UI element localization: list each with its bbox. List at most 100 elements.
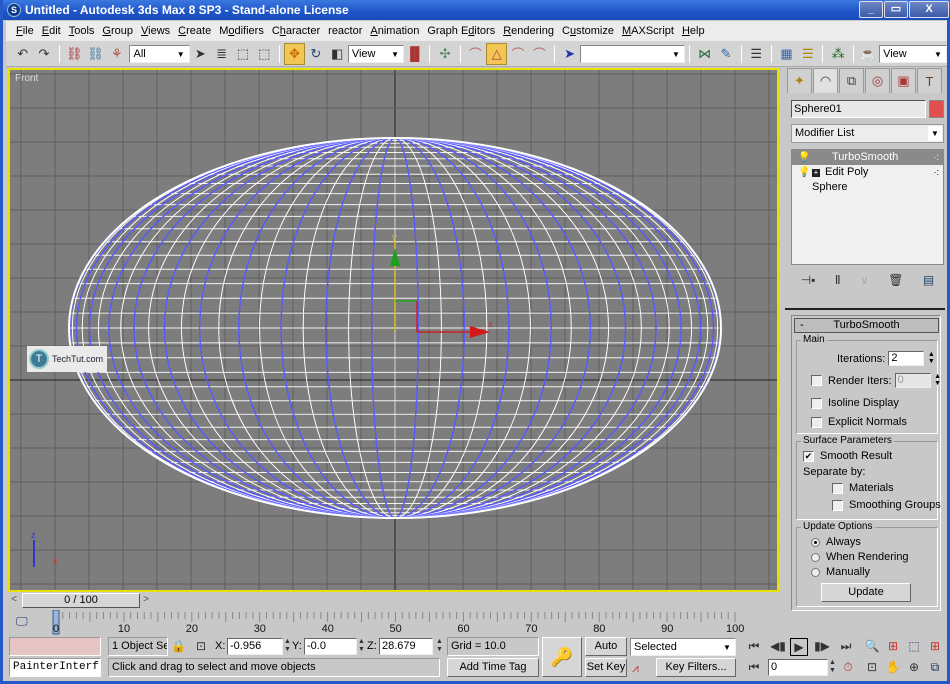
y-spinner[interactable]: ▲ ▼ bbox=[358, 638, 365, 654]
select-object-icon[interactable]: ➤ bbox=[190, 43, 211, 65]
default-in-out-tangents-icon[interactable]: ⩘ bbox=[632, 660, 639, 676]
select-and-manipulate-icon[interactable]: ✣ bbox=[434, 43, 455, 65]
iterations-spinner[interactable]: ▲ ▼ bbox=[926, 351, 936, 366]
hierarchy-tab-icon[interactable]: ⧉ bbox=[839, 68, 864, 93]
close-button[interactable]: X bbox=[909, 1, 949, 18]
menu-views[interactable]: Views bbox=[137, 22, 174, 40]
unlink-selection-icon[interactable]: ⛓ bbox=[85, 43, 106, 65]
viewport-canvas[interactable]: x y z x bbox=[10, 70, 777, 590]
track-bar-ruler[interactable]: 0 10 20 30 40 50 60 70 80 90 100 bbox=[8, 610, 779, 635]
modifier-list-dropdown[interactable]: Modifier List ▼ bbox=[791, 124, 944, 143]
chevron-right-icon[interactable]: > bbox=[140, 593, 152, 608]
rollout-title-bar[interactable]: - TurboSmooth bbox=[794, 318, 939, 333]
menu-maxscript[interactable]: MAXScript bbox=[618, 22, 678, 40]
chevron-left-icon[interactable]: < bbox=[8, 593, 20, 608]
y-coordinate-input[interactable]: -0.0 bbox=[304, 638, 357, 655]
stack-item-edit-poly[interactable]: 💡 + Edit Poly ·: bbox=[792, 165, 943, 180]
select-and-scale-icon[interactable]: ◧ bbox=[327, 43, 348, 65]
render-iters-spinner[interactable]: ▲ ▼ bbox=[933, 373, 943, 388]
x-coordinate-input[interactable]: -0.956 bbox=[227, 638, 283, 655]
materials-checkbox[interactable] bbox=[832, 482, 843, 494]
menu-modifiers[interactable]: Modifiers bbox=[215, 22, 268, 40]
object-color-swatch[interactable] bbox=[929, 100, 944, 118]
menu-edit[interactable]: Edit bbox=[38, 22, 65, 40]
align-icon[interactable]: ✎ bbox=[715, 43, 736, 65]
window-crossing-icon[interactable]: ⬚ bbox=[254, 43, 275, 65]
show-end-result-icon[interactable]: Ⅱ bbox=[835, 273, 841, 287]
render-scene-icon[interactable]: ☕ bbox=[858, 43, 879, 65]
zoom-icon[interactable]: 🔍 bbox=[863, 638, 881, 654]
percent-snap-icon[interactable]: ⌒ bbox=[507, 43, 528, 65]
utilities-tab-icon[interactable]: T bbox=[917, 68, 942, 93]
smooth-result-checkbox[interactable]: ✔ bbox=[803, 450, 814, 462]
go-to-start-icon[interactable]: ⏮ bbox=[744, 638, 764, 654]
zoom-extents-all-icon[interactable]: ⊞ bbox=[926, 638, 944, 654]
render-type-dropdown[interactable]: View ▼ bbox=[879, 44, 947, 63]
render-iters-checkbox[interactable] bbox=[811, 375, 822, 386]
set-key-button[interactable]: Set Key bbox=[585, 658, 627, 677]
rectangular-selection-icon[interactable]: ⬚ bbox=[232, 43, 253, 65]
frame-spinner[interactable]: ▲ ▼ bbox=[829, 659, 836, 675]
modifier-toggle-bulb-icon[interactable]: 💡 bbox=[798, 150, 810, 165]
menu-customize[interactable]: Customize bbox=[558, 22, 618, 40]
always-radio[interactable] bbox=[811, 537, 820, 547]
add-time-tag-button[interactable]: Add Time Tag bbox=[447, 658, 539, 677]
key-mode-dropdown[interactable]: Selected ▼ bbox=[630, 638, 736, 656]
time-configuration-icon[interactable]: ⏱ bbox=[840, 659, 856, 675]
zoom-extents-icon[interactable]: ⬚ bbox=[905, 638, 923, 654]
arc-rotate-icon[interactable]: ⊕ bbox=[905, 659, 923, 675]
menu-reactor[interactable]: reactor bbox=[324, 22, 366, 40]
select-by-name-icon[interactable]: ≣ bbox=[211, 43, 232, 65]
auto-key-button[interactable]: Auto Key bbox=[585, 637, 627, 669]
isoline-display-checkbox[interactable] bbox=[811, 397, 822, 409]
menu-character[interactable]: Character bbox=[268, 22, 324, 40]
track-bar[interactable]: 🖵 0 10 20 30 40 50 60 70 80 90 100 bbox=[8, 610, 779, 635]
motion-tab-icon[interactable]: ◎ bbox=[865, 68, 890, 93]
redo-icon[interactable]: ↷ bbox=[33, 43, 54, 65]
modify-tab-icon[interactable]: ◠ bbox=[813, 68, 838, 93]
time-slider-thumb[interactable]: 0 / 100 bbox=[22, 593, 140, 608]
manually-radio[interactable] bbox=[811, 567, 820, 577]
modifier-toggle-bulb-icon[interactable]: 💡 bbox=[798, 165, 810, 180]
current-frame-input[interactable]: 0 bbox=[768, 659, 828, 676]
reference-coordinate-dropdown[interactable]: View ▼ bbox=[347, 44, 405, 63]
maxscript-listener-field[interactable]: PainterInterf bbox=[9, 658, 101, 677]
snaps-toggle-icon[interactable]: ⌒ bbox=[465, 43, 486, 65]
render-iters-input[interactable]: 0 bbox=[894, 373, 931, 388]
update-button[interactable]: Update bbox=[821, 583, 911, 602]
curve-editor-icon[interactable]: ▦ bbox=[776, 43, 797, 65]
menu-create[interactable]: Create bbox=[174, 22, 215, 40]
object-name-field[interactable]: Sphere01 bbox=[791, 100, 926, 118]
schematic-view-icon[interactable]: ☰ bbox=[797, 43, 818, 65]
pivot-center-icon[interactable]: ▐▌ bbox=[404, 43, 425, 65]
stack-item-turbosmooth[interactable]: 💡 TurboSmooth ·: bbox=[792, 150, 943, 165]
set-keys-button[interactable]: 🔑 bbox=[542, 637, 582, 677]
menu-group[interactable]: Group bbox=[98, 22, 137, 40]
make-unique-icon[interactable]: ∨ bbox=[860, 273, 869, 287]
select-and-rotate-icon[interactable]: ↻ bbox=[305, 43, 326, 65]
maximize-viewport-icon[interactable]: ⧉ bbox=[926, 659, 944, 675]
layer-manager-icon[interactable]: ☰ bbox=[746, 43, 767, 65]
mirror-icon[interactable]: ⋈ bbox=[694, 43, 715, 65]
material-editor-icon[interactable]: ⁂ bbox=[827, 43, 848, 65]
remove-modifier-icon[interactable]: 🗑 bbox=[888, 273, 903, 287]
select-and-link-icon[interactable]: ⛓ bbox=[64, 43, 85, 65]
previous-frame-icon[interactable]: ◀▮ bbox=[768, 638, 788, 654]
viewport-label[interactable]: Front bbox=[15, 73, 38, 84]
menu-graph-editors[interactable]: Graph Editors bbox=[423, 22, 499, 40]
menu-animation[interactable]: Animation bbox=[366, 22, 423, 40]
menu-rendering[interactable]: Rendering bbox=[499, 22, 558, 40]
menu-tools[interactable]: Tools bbox=[65, 22, 99, 40]
selection-filter-dropdown[interactable]: All ▼ bbox=[129, 44, 190, 63]
time-slider[interactable]: < 0 / 100 > bbox=[8, 593, 779, 608]
key-mode-toggle-icon[interactable]: ⏮ bbox=[744, 659, 764, 675]
configure-modifier-sets-icon[interactable]: ▤ bbox=[923, 273, 934, 287]
key-filters-button[interactable]: Key Filters... bbox=[656, 658, 736, 677]
viewport-front[interactable]: x y z x Front T TechTut.com bbox=[8, 68, 779, 592]
lock-selection-icon[interactable]: 🔒 bbox=[171, 638, 186, 654]
x-spinner[interactable]: ▲ ▼ bbox=[284, 638, 291, 654]
menu-help[interactable]: Help bbox=[678, 22, 709, 40]
play-icon[interactable]: ▶ bbox=[790, 638, 808, 656]
create-tab-icon[interactable]: ✦ bbox=[787, 68, 812, 93]
smoothing-groups-checkbox[interactable] bbox=[832, 499, 843, 511]
